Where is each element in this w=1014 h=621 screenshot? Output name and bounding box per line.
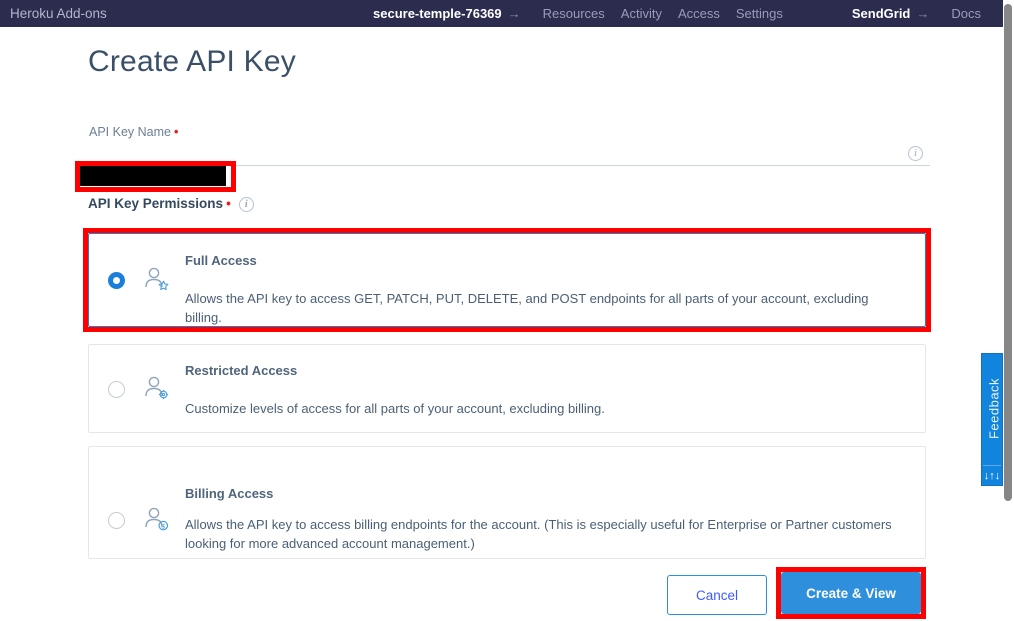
cancel-button[interactable]: Cancel [667, 575, 767, 615]
permissions-heading-text: API Key Permissions [88, 196, 224, 211]
docs-link[interactable]: Docs [951, 6, 981, 21]
page-scrollbar[interactable] [1003, 0, 1014, 621]
svg-text:$: $ [161, 523, 165, 530]
person-star-icon [141, 265, 171, 295]
vendor-arrow-icon: → [916, 6, 930, 21]
person-dollar-icon: $ [141, 505, 171, 535]
page-title: Create API Key [88, 45, 296, 78]
annotation-box-name-field [75, 161, 236, 192]
permission-option-billing-access[interactable]: $ Billing Access Allows the API key to a… [88, 446, 926, 559]
feedback-tab-label: Feedback [986, 377, 1002, 440]
radio-restricted-access[interactable] [108, 381, 125, 398]
nav-item-settings[interactable]: Settings [736, 6, 783, 21]
radio-billing-access[interactable] [108, 512, 125, 529]
permission-title: Restricted Access [185, 363, 298, 378]
nav-item-activity[interactable]: Activity [621, 6, 662, 21]
feedback-tab[interactable]: Feedback ↓↑↓ [981, 353, 1003, 486]
heroku-brand[interactable]: Heroku Add-ons [10, 0, 107, 27]
permissions-heading: API Key Permissions • i [88, 196, 254, 212]
scrollbar-thumb[interactable] [1004, 4, 1012, 501]
radio-full-access[interactable] [108, 272, 125, 289]
api-key-name-label: API Key Name • [89, 125, 178, 139]
permission-description: Customize levels of access for all parts… [185, 401, 605, 416]
person-gear-icon [141, 374, 171, 404]
api-key-name-label-text: API Key Name [89, 125, 171, 139]
nav-item-resources[interactable]: Resources [543, 6, 605, 21]
heroku-app-nav: secure-temple-76369 → Resources Activity Acc… [373, 0, 783, 27]
permission-description: Allows the API key to access GET, PATCH,… [185, 291, 869, 325]
breadcrumb-arrow-icon: → [507, 6, 521, 21]
required-marker: • [173, 125, 179, 139]
heroku-vendor-nav: SendGrid → Docs [852, 0, 981, 27]
app-name-link[interactable]: secure-temple-76369 [373, 6, 502, 21]
api-key-name-info-icon[interactable]: i [908, 145, 923, 163]
permission-option-restricted-access[interactable]: Restricted Access Customize levels of ac… [88, 344, 926, 433]
permission-title: Full Access [185, 253, 257, 268]
heroku-topbar: Heroku Add-ons secure-temple-76369 → Resou… [0, 0, 1003, 27]
feedback-arrows-icon: ↓↑↓ [983, 470, 1001, 482]
info-glyph: i [908, 146, 923, 162]
page-content: Create API Key API Key Name • i API Key P… [0, 27, 1003, 621]
permissions-info-icon[interactable]: i [238, 196, 254, 212]
create-and-view-button[interactable]: Create & View [781, 572, 921, 614]
permission-description: Allows the API key to access billing end… [185, 517, 892, 551]
permissions-required-marker: • [226, 196, 231, 211]
permission-title: Billing Access [185, 486, 274, 501]
permission-option-full-access[interactable]: Full Access Allows the API key to access… [88, 233, 926, 327]
nav-item-access[interactable]: Access [678, 6, 720, 21]
vendor-name[interactable]: SendGrid [852, 6, 911, 21]
feedback-divider [983, 465, 1001, 466]
